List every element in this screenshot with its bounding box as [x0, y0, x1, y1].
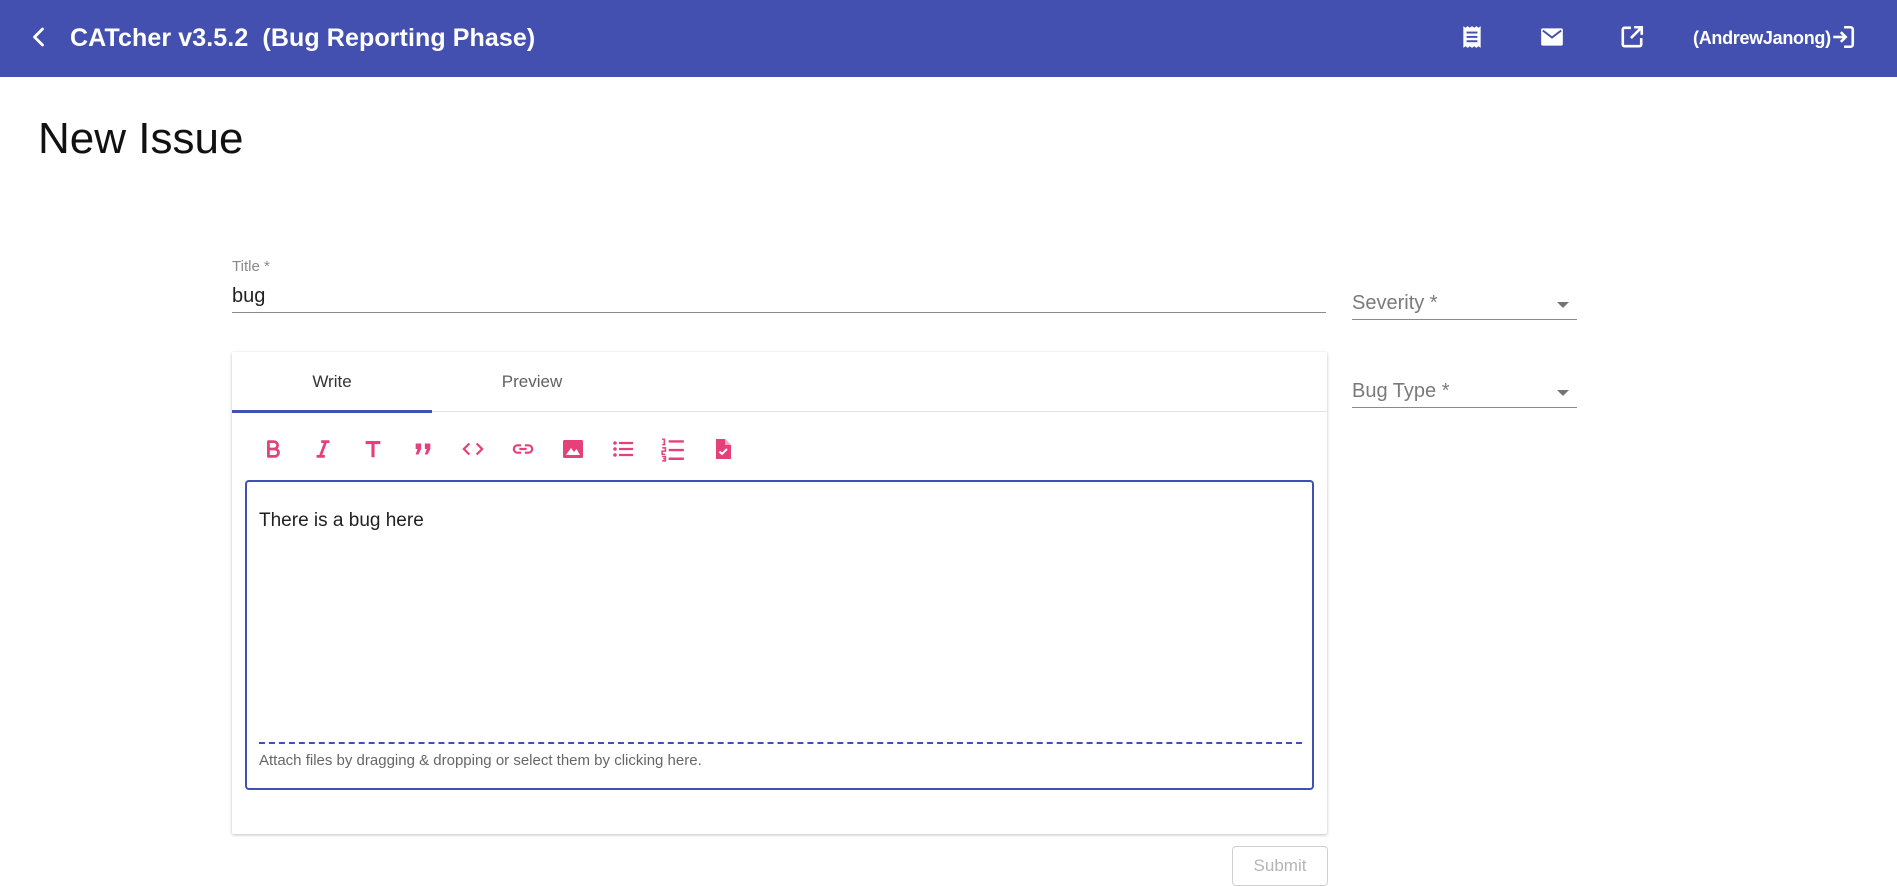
- page-title: New Issue: [38, 114, 244, 163]
- back-arrow-icon: [27, 25, 51, 54]
- link-button[interactable]: [506, 434, 540, 468]
- bug-type-underline: [1352, 407, 1577, 408]
- logout-button[interactable]: [1827, 23, 1859, 55]
- attach-files-hint[interactable]: Attach files by dragging & dropping or s…: [259, 752, 702, 769]
- description-editor: There is a bug here Attach files by drag…: [245, 480, 1314, 790]
- code-button[interactable]: [456, 434, 490, 468]
- description-textarea[interactable]: There is a bug here: [259, 509, 1299, 729]
- back-button[interactable]: [22, 22, 56, 56]
- heading-icon: [362, 438, 384, 465]
- heading-button[interactable]: [356, 434, 390, 468]
- bug-type-placeholder: Bug Type *: [1352, 380, 1450, 402]
- image-icon: [561, 437, 585, 466]
- dropdown-arrow-icon: [1557, 390, 1569, 396]
- severity-underline: [1352, 319, 1577, 320]
- username-label: (AndrewJanong): [1693, 28, 1831, 48]
- bulleted-list-icon: [611, 437, 635, 466]
- open-external-button[interactable]: [1615, 22, 1649, 56]
- code-icon: [461, 438, 485, 465]
- tab-preview[interactable]: Preview: [432, 352, 632, 412]
- severity-select[interactable]: Severity *: [1352, 270, 1577, 320]
- quote-icon: [412, 438, 434, 465]
- editor-tabs: Write Preview: [232, 352, 1327, 413]
- italic-button[interactable]: [306, 434, 340, 468]
- numbered-list-icon: [660, 436, 686, 467]
- severity-placeholder: Severity *: [1352, 292, 1438, 314]
- mail-button[interactable]: [1535, 22, 1569, 56]
- formatting-toolbar: [256, 434, 756, 468]
- title-label: Title *: [232, 258, 270, 275]
- title-underline: [232, 312, 1326, 313]
- image-button[interactable]: [556, 434, 590, 468]
- bold-button[interactable]: [256, 434, 290, 468]
- bulleted-list-button[interactable]: [606, 434, 640, 468]
- receipt-icon: [1459, 24, 1485, 55]
- logout-icon: [1830, 24, 1856, 55]
- title-input[interactable]: [232, 280, 1326, 312]
- task-file-button[interactable]: [706, 434, 740, 468]
- drop-zone-divider: [259, 742, 1302, 744]
- submit-button[interactable]: Submit: [1232, 846, 1328, 886]
- quote-button[interactable]: [406, 434, 440, 468]
- mail-icon: [1538, 24, 1566, 55]
- description-card: Write Preview There is a bug here Attach…: [232, 352, 1327, 834]
- top-toolbar: CATcher v3.5.2 (Bug Reporting Phase) (An…: [0, 0, 1897, 77]
- app-title: CATcher v3.5.2 (Bug Reporting Phase): [70, 24, 536, 52]
- task-file-icon: [711, 436, 735, 467]
- dropdown-arrow-icon: [1557, 302, 1569, 308]
- tab-write[interactable]: Write: [232, 352, 432, 413]
- view-issues-button[interactable]: [1455, 22, 1489, 56]
- bold-icon: [262, 438, 284, 465]
- open-in-new-icon: [1619, 24, 1645, 55]
- numbered-list-button[interactable]: [656, 434, 690, 468]
- title-field: Title *: [232, 258, 1326, 314]
- link-icon: [510, 438, 536, 465]
- bug-type-select[interactable]: Bug Type *: [1352, 358, 1577, 408]
- italic-icon: [312, 438, 334, 465]
